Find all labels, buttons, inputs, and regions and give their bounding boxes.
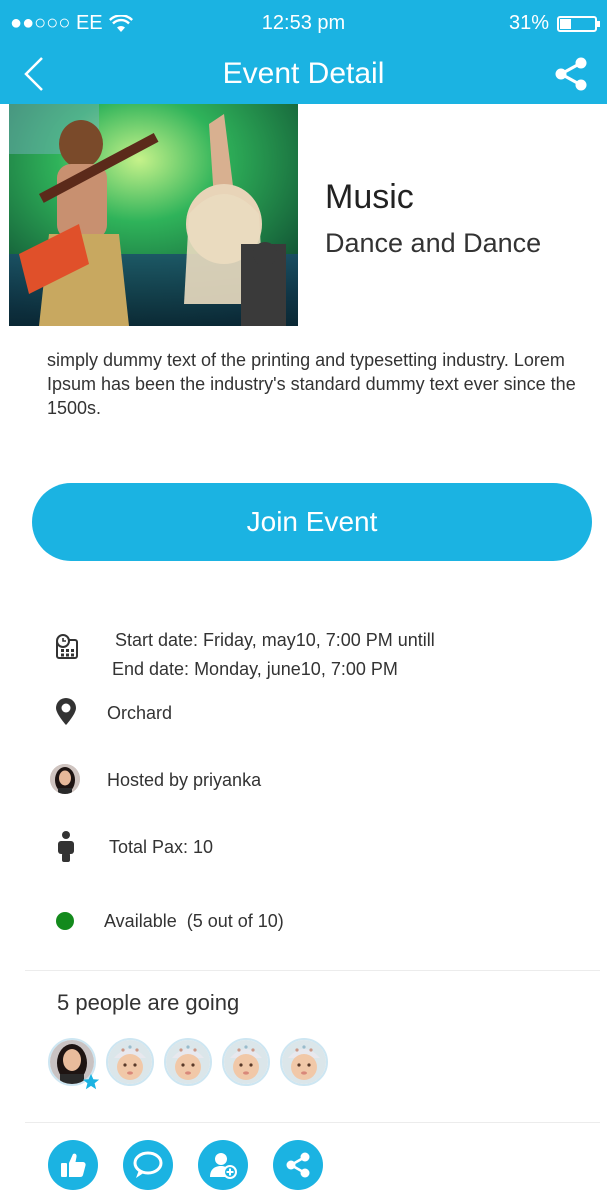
star-icon: [82, 1073, 100, 1090]
page-title: Event Detail: [222, 57, 385, 90]
divider: [25, 970, 600, 971]
availability-dot: [56, 912, 74, 930]
status-bar: ●●○○○ EE 12:53 pm 31%: [0, 0, 607, 44]
attendee-avatar[interactable]: [164, 1038, 212, 1086]
event-category: Music: [325, 178, 414, 216]
share-icon: [286, 1152, 310, 1178]
start-date: Start date: Friday, may10, 7:00 PM until…: [115, 630, 435, 650]
status-right: 31%: [508, 12, 600, 35]
attendee-avatar[interactable]: [106, 1038, 154, 1086]
battery-percent: 31%: [508, 12, 549, 34]
nav-bar: Event Detail: [0, 44, 607, 104]
share-button[interactable]: [273, 1140, 323, 1190]
share-icon[interactable]: [553, 56, 589, 92]
calendar-icon: [56, 634, 78, 659]
event-description: simply dummy text of the printing and ty…: [47, 350, 576, 418]
attendee-avatar[interactable]: [280, 1038, 328, 1086]
comment-button[interactable]: [123, 1140, 173, 1190]
location-label: Orchard: [107, 703, 173, 723]
event-subtitle: Dance and Dance: [325, 228, 542, 258]
event-image: [9, 104, 298, 326]
battery-icon: [557, 15, 600, 32]
person-icon: [58, 831, 74, 862]
host-avatar: [50, 764, 80, 794]
action-bar: [48, 1140, 323, 1190]
like-button[interactable]: [48, 1140, 98, 1190]
availability-label: Available (5 out of 10): [104, 911, 284, 931]
like-icon: [61, 1153, 86, 1177]
end-date: End date: Monday, june10, 7:00 PM: [112, 659, 398, 679]
add-user-icon: [210, 1153, 237, 1179]
location-pin-icon: [56, 698, 76, 725]
comment-icon: [133, 1151, 163, 1178]
divider: [25, 1122, 600, 1123]
host-label[interactable]: Hosted by priyanka: [107, 770, 261, 791]
add-user-button[interactable]: [198, 1140, 248, 1190]
total-pax: Total Pax: 10: [109, 837, 214, 857]
attendee-avatar[interactable]: [222, 1038, 270, 1086]
join-event-button[interactable]: Join Event: [32, 483, 592, 561]
going-title: 5 people are going: [57, 990, 240, 1015]
